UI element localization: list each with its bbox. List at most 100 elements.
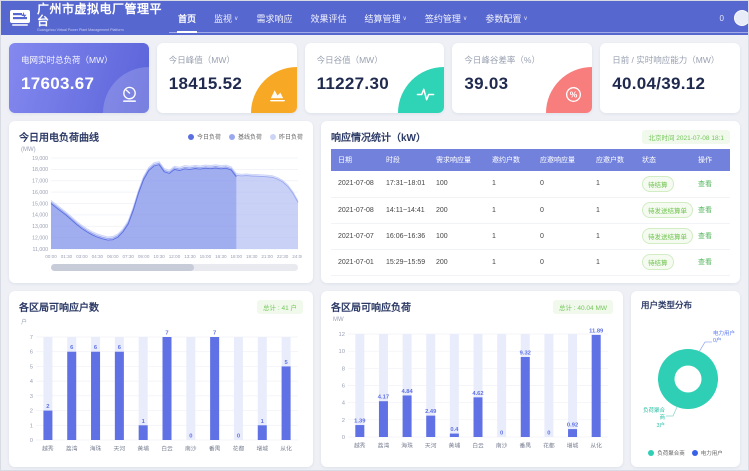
svg-text:1: 1: [30, 423, 33, 429]
svg-text:09:00: 09:00: [138, 254, 150, 259]
response-stats-panel: 响应情况统计（kW） 北京时间 2021-07-08 18:1 日期 时段 需求…: [321, 121, 740, 283]
app-logo-icon: [9, 9, 31, 27]
svg-text:0: 0: [547, 431, 550, 437]
user-type-legend: 负荷聚合商 电力用户: [641, 449, 730, 459]
svg-text:从化: 从化: [590, 442, 602, 450]
total-households-badge: 总计 : 41 户: [257, 300, 303, 314]
kpi-card-today-peak: 今日峰值（MW） 18415.52: [157, 43, 297, 113]
responsive-households-panel: 各区局可响应户数 总计 : 41 户 户 012345672越秀6荔湾6海珠6天…: [9, 291, 313, 467]
svg-text:18,000: 18,000: [32, 167, 48, 173]
legend-item-today-load[interactable]: 今日负荷: [188, 132, 221, 141]
svg-text:4.62: 4.62: [472, 391, 483, 397]
kpi-row: 电网实时总负荷（MW） 17603.67 今日峰值（MW） 18415.52: [9, 43, 740, 113]
responsive-load-chart: 0246810121.39越秀4.17荔湾4.84海珠2.49天河0.4黄埔4.…: [331, 323, 613, 451]
legend-item-power-user[interactable]: 电力用户: [692, 449, 723, 457]
svg-text:花都: 花都: [543, 442, 555, 450]
chart-scrollbar-thumb[interactable]: [51, 264, 194, 271]
legend-item-yesterday-load[interactable]: 昨日负荷: [270, 132, 303, 141]
response-stats-title: 响应情况统计（kW）: [331, 129, 426, 144]
nav-item-settlement[interactable]: 结算管理∨: [355, 1, 415, 35]
svg-text:01:30: 01:30: [61, 254, 73, 259]
svg-text:3: 3: [30, 394, 33, 400]
top-header: 广州市虚拟电厂管理平台 Guangzhou Virtual Power Plan…: [1, 1, 748, 35]
svg-text:15:00: 15:00: [200, 254, 212, 259]
nav-item-demand-response[interactable]: 需求响应: [247, 1, 301, 35]
load-curve-chart: 19,00018,00017,00016,00015,00014,00013,0…: [19, 153, 302, 261]
gauge-icon: [120, 85, 139, 104]
svg-text:增城: 增城: [567, 442, 579, 450]
kpi-card-response-capability: 日前 / 实时响应能力（MW） 40.04/39.12: [600, 43, 740, 113]
status-badge: 待发送结算单: [642, 228, 693, 244]
svg-text:荔湾: 荔湾: [66, 445, 78, 453]
svg-text:番禺: 番禺: [519, 443, 531, 450]
svg-text:天河: 天河: [114, 445, 126, 453]
svg-text:0: 0: [30, 438, 33, 444]
nav-item-effect-evaluation[interactable]: 效果评估: [301, 1, 355, 35]
svg-text:7: 7: [30, 335, 33, 341]
legend-dot: [648, 450, 654, 456]
view-link[interactable]: 查看: [698, 259, 712, 266]
svg-text:6: 6: [30, 350, 33, 356]
app-logo: 广州市虚拟电厂管理平台 Guangzhou Virtual Power Plan…: [9, 3, 169, 33]
app-window: 广州市虚拟电厂管理平台 Guangzhou Virtual Power Plan…: [0, 0, 749, 471]
chevron-down-icon: ∨: [234, 15, 238, 22]
main-nav: 首页 监视∨ 需求响应 效果评估 结算管理∨ 签约管理∨ 参数配置∨: [169, 1, 537, 35]
chevron-down-icon: ∨: [402, 15, 406, 22]
legend-item-baseline-load[interactable]: 基线负荷: [229, 132, 262, 141]
response-table: 日期 时段 需求响应量 邀约户数 应邀响应量 应邀户数 状态 操作 2021-0…: [331, 149, 730, 276]
svg-text:花都: 花都: [233, 445, 245, 453]
svg-text:4.17: 4.17: [378, 395, 389, 401]
svg-text:从化: 从化: [280, 445, 292, 453]
responsive-load-title: 各区局可响应负荷: [331, 299, 411, 314]
responsive-households-title: 各区局可响应户数: [19, 299, 99, 314]
svg-text:2: 2: [342, 418, 345, 424]
svg-text:6: 6: [342, 384, 345, 390]
svg-text:0: 0: [342, 435, 345, 441]
svg-text:8: 8: [342, 366, 345, 372]
view-link[interactable]: 查看: [698, 233, 712, 240]
svg-text:12,000: 12,000: [32, 235, 48, 241]
nav-item-contract[interactable]: 签约管理∨: [416, 1, 476, 35]
legend-dot: [229, 134, 235, 140]
legend-dot: [188, 134, 194, 140]
svg-text:19:30: 19:30: [246, 254, 258, 259]
svg-text:19,000: 19,000: [32, 156, 48, 162]
table-row: 2021-07-0716:06~16:36100101 待发送结算单 查看: [331, 223, 730, 249]
user-avatar[interactable]: [734, 10, 749, 26]
legend-item-load-aggregator[interactable]: 负荷聚合商: [648, 449, 685, 457]
svg-text:黄埔: 黄埔: [449, 442, 461, 450]
svg-text:海珠: 海珠: [401, 442, 413, 450]
chart-scrollbar[interactable]: [51, 264, 298, 271]
table-row: 2021-07-0817:31~18:01100101 待结算 查看: [331, 171, 730, 197]
svg-text:2: 2: [30, 409, 33, 415]
legend-dot: [692, 450, 698, 456]
callout-power-user: 电力用户 0户: [713, 331, 740, 346]
svg-text:0.4: 0.4: [450, 427, 459, 433]
kpi-card-realtime-load: 电网实时总负荷（MW） 17603.67: [9, 43, 149, 113]
svg-text:南沙: 南沙: [185, 445, 197, 453]
view-link[interactable]: 查看: [698, 207, 712, 214]
svg-text:16,000: 16,000: [32, 190, 48, 196]
nav-item-parameters[interactable]: 参数配置∨: [476, 1, 536, 35]
status-badge: 待发送结算单: [642, 202, 693, 218]
view-link[interactable]: 查看: [698, 181, 712, 188]
callout-load-aggregator: 负荷聚合商 3户: [641, 408, 665, 430]
svg-text:7: 7: [213, 331, 216, 337]
dashboard-content: 电网实时总负荷（MW） 17603.67 今日峰值（MW） 18415.52: [1, 35, 748, 470]
svg-text:13,000: 13,000: [32, 224, 48, 230]
svg-text:4: 4: [342, 401, 346, 407]
nav-item-monitor[interactable]: 监视∨: [205, 1, 247, 35]
svg-text:07:30: 07:30: [122, 254, 134, 259]
load-curve-legend: 今日负荷 基线负荷 昨日负荷: [188, 132, 303, 141]
notification-count[interactable]: 0: [720, 14, 724, 23]
nav-item-home[interactable]: 首页: [169, 1, 205, 35]
load-curve-title: 今日用电负荷曲线: [19, 129, 99, 144]
chevron-down-icon: ∨: [523, 15, 527, 22]
svg-text:7: 7: [165, 331, 168, 337]
svg-text:5: 5: [30, 364, 33, 370]
kpi-card-today-valley: 今日谷值（MW） 11227.30: [305, 43, 445, 113]
user-type-title: 用户类型分布: [641, 299, 730, 311]
svg-text:22:30: 22:30: [277, 254, 289, 259]
total-load-badge: 总计 : 40.04 MW: [553, 300, 613, 314]
svg-text:1.39: 1.39: [354, 419, 366, 425]
